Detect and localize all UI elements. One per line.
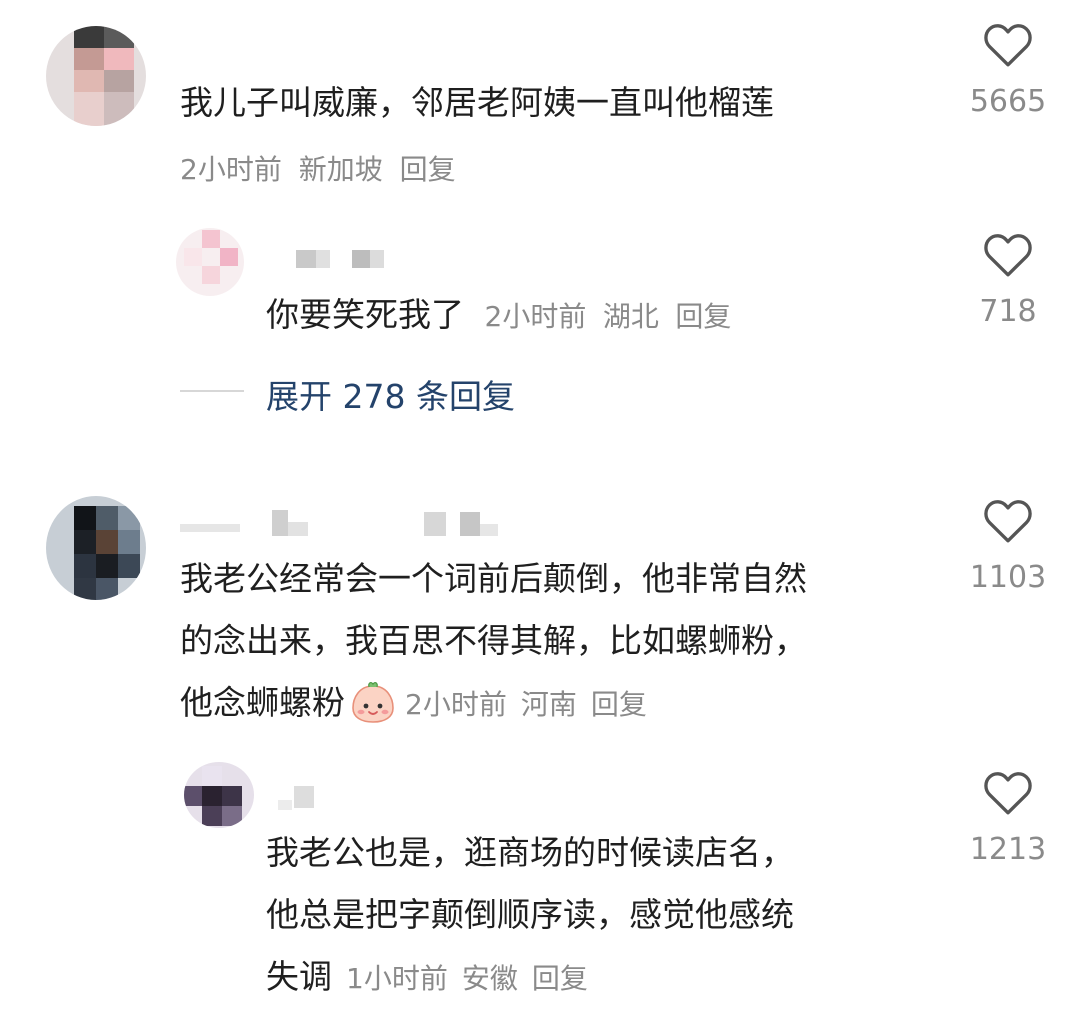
reply-text-line: 失调	[266, 957, 332, 996]
like-button[interactable]: 1213	[953, 768, 1063, 868]
reply-location: 湖北	[602, 300, 659, 333]
heart-outline-icon	[984, 500, 1032, 543]
reply-text-line: 他总是把字颠倒顺序读，感觉他感统	[266, 895, 794, 934]
like-button[interactable]: 5665	[953, 20, 1063, 120]
comment-text-line: 的念出来，我百思不得其解，比如螺蛳粉，	[180, 621, 807, 660]
comment-text-line: 他念蛳螺粉	[180, 683, 345, 722]
avatar[interactable]	[46, 496, 146, 600]
divider	[180, 390, 244, 392]
comment-location: 河南	[520, 688, 577, 721]
comment-text-last-line: 他念蛳螺粉 2小时前 河南 回复	[180, 672, 807, 736]
avatar[interactable]	[184, 762, 254, 828]
heart-outline-icon	[984, 24, 1032, 67]
avatar[interactable]	[46, 26, 146, 126]
like-count: 1103	[969, 560, 1047, 595]
reply-time: 1小时前	[346, 962, 448, 995]
like-count: 5665	[969, 84, 1047, 119]
username-blurred	[296, 250, 396, 268]
like-count: 718	[979, 294, 1037, 329]
comment-text: 我老公经常会一个词前后颠倒，他非常自然 的念出来，我百思不得其解，比如螺蛳粉， …	[180, 548, 807, 736]
comment-location: 新加坡	[298, 153, 383, 186]
comment-time: 2小时前	[180, 153, 282, 186]
reply-time: 2小时前	[484, 300, 587, 333]
reply-button[interactable]: 回复	[591, 688, 647, 721]
username-blurred	[278, 786, 318, 810]
reply-text-line: 我老公也是，逛商场的时候读店名，	[266, 833, 794, 872]
reply-content: 你要笑死我了 2小时前 湖北 回复	[266, 284, 731, 348]
comment-text-line: 我老公经常会一个词前后颠倒，他非常自然	[180, 559, 807, 598]
reply-location: 安徽	[461, 962, 518, 995]
comment-text: 我儿子叫威廉，邻居老阿姨一直叫他榴莲	[180, 83, 774, 122]
comment-meta: 2小时前 新加坡 回复	[180, 148, 456, 188]
like-button[interactable]: 718	[953, 230, 1063, 330]
heart-outline-icon	[984, 234, 1032, 277]
like-count: 1213	[969, 832, 1047, 867]
reply-text-last-line: 失调 1小时前 安徽 回复	[266, 946, 794, 1010]
reply-button[interactable]: 回复	[532, 962, 588, 995]
username-blurred	[180, 508, 510, 538]
avatar[interactable]	[176, 228, 244, 296]
comment-time: 2小时前	[405, 688, 507, 721]
heart-outline-icon	[984, 772, 1032, 815]
reply-content: 我老公也是，逛商场的时候读店名， 他总是把字颠倒顺序读，感觉他感统 失调 1小时前…	[266, 822, 794, 1010]
reply-button[interactable]: 回复	[675, 300, 731, 333]
like-button[interactable]: 1103	[953, 496, 1063, 596]
blush-face-emoji	[352, 681, 394, 723]
expand-replies-button[interactable]: 展开 278 条回复	[266, 370, 515, 418]
reply-button[interactable]: 回复	[400, 153, 456, 186]
reply-text: 你要笑死我了	[266, 295, 464, 334]
